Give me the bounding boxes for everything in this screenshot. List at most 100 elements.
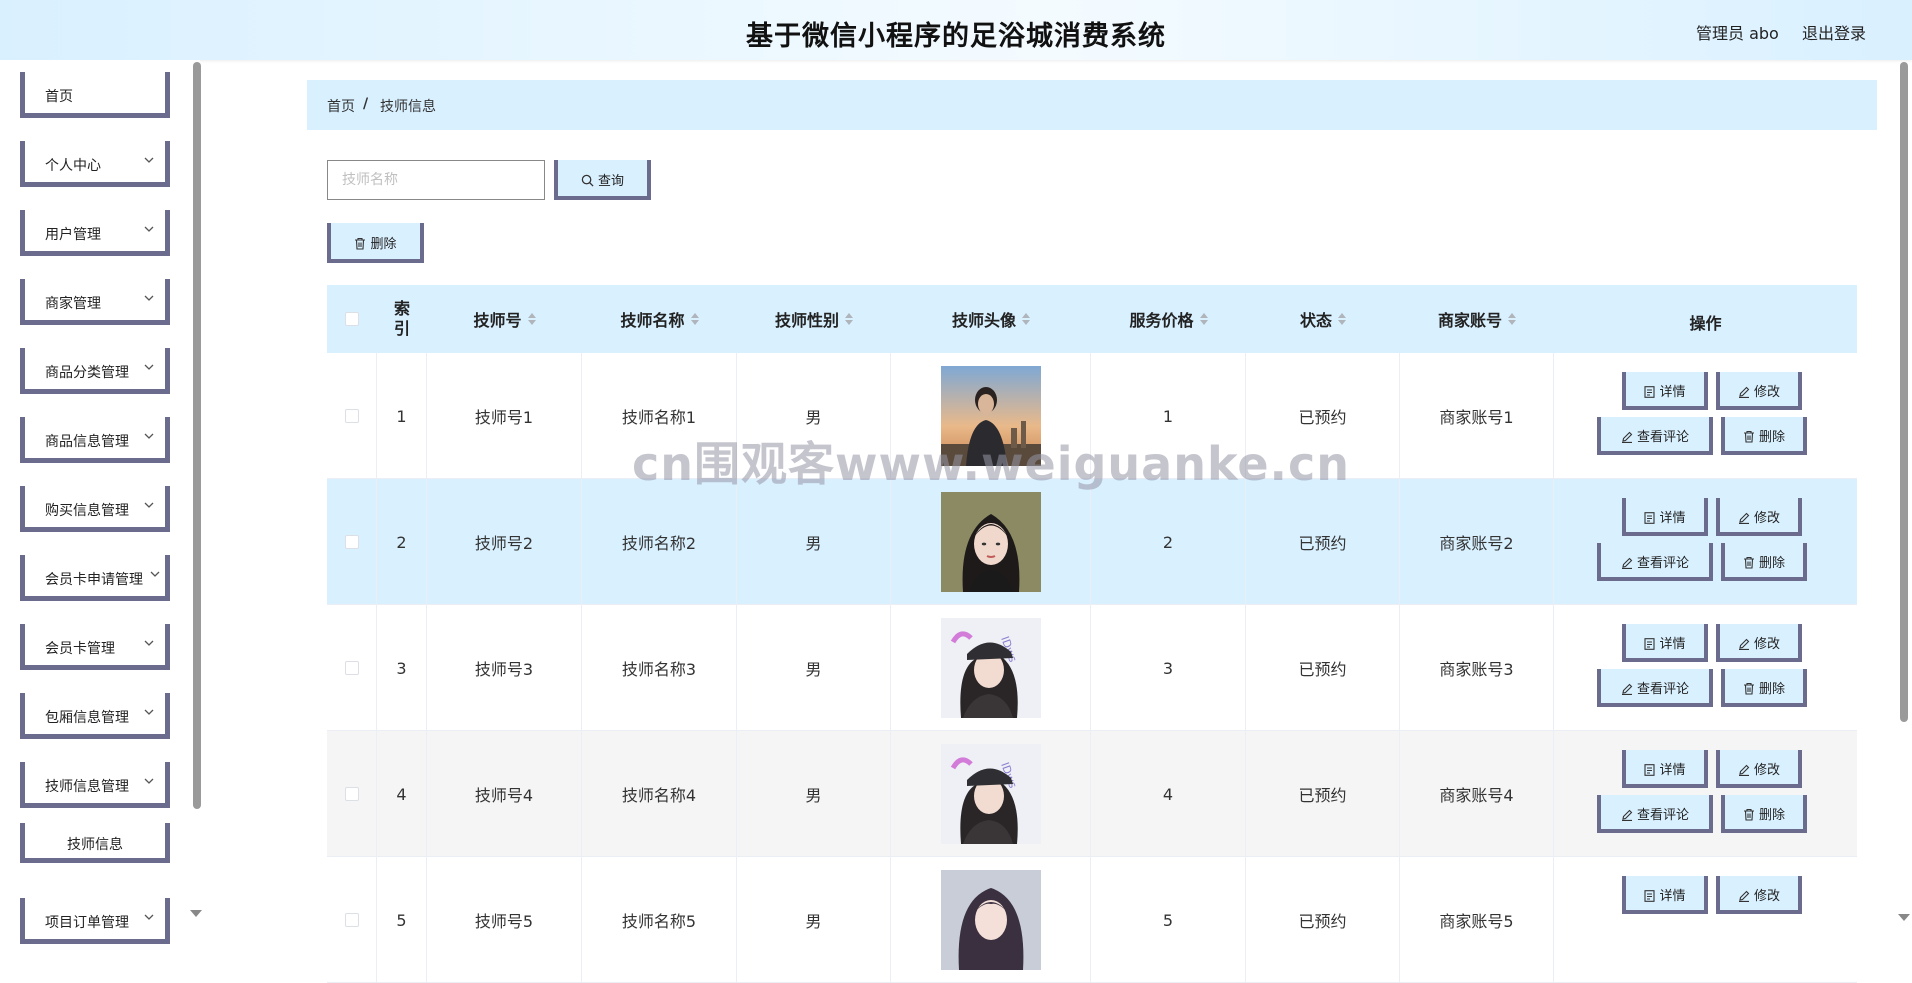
cell-gender: 男 — [737, 857, 891, 983]
header-merchant[interactable]: 商家账号 — [1400, 285, 1554, 353]
detail-button[interactable]: 详情 — [1622, 876, 1708, 914]
detail-button[interactable]: 详情 — [1622, 624, 1708, 662]
sidebar-item-user-management[interactable]: 用户管理 — [20, 210, 170, 256]
table-row[interactable]: 3 技师号3 技师名称3 男 IDws 3 已预约 商家账号3 详情 修改 查看… — [327, 605, 1857, 731]
chevron-down-icon — [144, 433, 154, 439]
cell-price: 4 — [1091, 731, 1246, 857]
sidebar-scrollbar[interactable] — [193, 62, 201, 809]
chevron-down-icon — [144, 709, 154, 715]
table-row[interactable]: 1 技师号1 技师名称1 男 1 已预约 商家账号1 详情 修改 查看评论 删除 — [327, 353, 1857, 479]
sidebar-item-card-application[interactable]: 会员卡申请管理 — [20, 555, 170, 601]
header-tech-name[interactable]: 技师名称 — [582, 285, 737, 353]
view-comments-label: 查看评论 — [1636, 682, 1689, 697]
sort-icon[interactable] — [845, 313, 853, 325]
edit-button[interactable]: 修改 — [1716, 372, 1802, 410]
row-checkbox[interactable] — [344, 661, 359, 675]
cell-actions: 详情 修改 查看评论 删除 — [1554, 353, 1857, 479]
search-button[interactable]: 查询 — [554, 160, 651, 200]
sort-icon[interactable] — [690, 313, 699, 325]
view-comments-button[interactable]: 查看评论 — [1597, 417, 1713, 455]
logout-button[interactable]: 退出登录 — [1802, 20, 1866, 44]
sort-icon[interactable] — [1338, 313, 1346, 325]
row-delete-label: 删除 — [1758, 808, 1785, 823]
edit-button[interactable]: 修改 — [1716, 876, 1802, 914]
document-icon — [1644, 764, 1656, 776]
header-status[interactable]: 状态 — [1246, 285, 1400, 353]
view-comments-label: 查看评论 — [1636, 556, 1689, 571]
header-tech-avatar[interactable]: 技师头像 — [891, 285, 1091, 353]
table-row[interactable]: 2 技师号2 技师名称2 男 2 已预约 商家账号2 详情 修改 查看评论 删除 — [327, 479, 1857, 605]
select-all-checkbox[interactable] — [345, 312, 359, 326]
table-row[interactable]: 5 技师号5 技师名称5 男 5 已预约 商家账号5 详情 修改 — [327, 857, 1857, 983]
sidebar-item-merchant-management[interactable]: 商家管理 — [20, 279, 170, 325]
sort-icon[interactable] — [527, 313, 536, 325]
detail-button[interactable]: 详情 — [1622, 498, 1708, 536]
trash-icon — [1743, 682, 1754, 695]
row-delete-button[interactable]: 删除 — [1721, 669, 1807, 707]
header-tech-no[interactable]: 技师号 — [427, 285, 582, 353]
detail-label: 详情 — [1659, 763, 1686, 778]
row-delete-button[interactable]: 删除 — [1721, 543, 1807, 581]
sidebar-item-membership-card[interactable]: 会员卡管理 — [20, 624, 170, 670]
header-index: 索 引 — [377, 285, 427, 353]
pencil-icon — [1738, 512, 1750, 524]
select-all-cell — [327, 285, 377, 353]
page-scroll-down-arrow[interactable] — [1898, 914, 1910, 921]
row-checkbox[interactable] — [344, 409, 359, 423]
sidebar-item-product-category[interactable]: 商品分类管理 — [20, 348, 170, 394]
header-actions: 操作 — [1554, 285, 1857, 353]
document-icon — [1644, 512, 1656, 524]
edit-button[interactable]: 修改 — [1716, 750, 1802, 788]
avatar-woman-cap[interactable]: IDws — [940, 744, 1041, 844]
sidebar-item-project-orders[interactable]: 项目订单管理 — [20, 898, 170, 944]
breadcrumb: 首页 / 技师信息 — [307, 80, 1877, 130]
row-checkbox[interactable] — [344, 913, 359, 927]
avatar-man-sunset[interactable] — [940, 366, 1041, 466]
sidebar-item-technician-management[interactable]: 技师信息管理 — [20, 762, 170, 808]
sidebar-item-personal-center[interactable]: 个人中心 — [20, 141, 170, 187]
sidebar-subitem-technician-info[interactable]: 技师信息 — [20, 823, 170, 863]
sidebar-item-home[interactable]: 首页 — [20, 72, 170, 118]
edit-label: 修改 — [1753, 385, 1780, 400]
trash-icon — [1743, 430, 1754, 443]
row-checkbox[interactable] — [344, 787, 359, 801]
view-comments-button[interactable]: 查看评论 — [1597, 543, 1713, 581]
pencil-icon — [1621, 683, 1633, 695]
header-tech-gender[interactable]: 技师性别 — [737, 285, 891, 353]
sort-icon[interactable] — [1022, 313, 1030, 325]
row-checkbox[interactable] — [344, 535, 359, 549]
cell-gender: 男 — [737, 731, 891, 857]
edit-button[interactable]: 修改 — [1716, 624, 1802, 662]
row-delete-button[interactable]: 删除 — [1721, 417, 1807, 455]
search-input[interactable] — [327, 160, 545, 200]
avatar-woman-long-hair[interactable] — [940, 870, 1041, 970]
sidebar-item-room-info[interactable]: 包厢信息管理 — [20, 693, 170, 739]
header-label: 技师名称 — [620, 311, 685, 330]
sidebar-item-purchase-info[interactable]: 购买信息管理 — [20, 486, 170, 532]
detail-button[interactable]: 详情 — [1622, 750, 1708, 788]
detail-button[interactable]: 详情 — [1622, 372, 1708, 410]
sidebar-scroll-down-arrow[interactable] — [190, 910, 202, 917]
edit-label: 修改 — [1753, 511, 1780, 526]
edit-button[interactable]: 修改 — [1716, 498, 1802, 536]
sidebar-item-product-info[interactable]: 商品信息管理 — [20, 417, 170, 463]
header-price[interactable]: 服务价格 — [1091, 285, 1246, 353]
avatar-woman-dark-hair[interactable] — [940, 492, 1041, 592]
bulk-delete-button[interactable]: 删除 — [327, 223, 424, 263]
avatar-woman-cap[interactable]: IDws — [940, 618, 1041, 718]
breadcrumb-home[interactable]: 首页 — [327, 96, 355, 116]
sort-icon[interactable] — [1508, 313, 1516, 325]
edit-label: 修改 — [1753, 889, 1780, 904]
page-scrollbar[interactable] — [1900, 62, 1908, 722]
table-row[interactable]: 4 技师号4 技师名称4 男 IDws 4 已预约 商家账号4 详情 修改 查看… — [327, 731, 1857, 857]
view-comments-button[interactable]: 查看评论 — [1597, 669, 1713, 707]
cell-status: 已预约 — [1246, 479, 1400, 605]
sidebar-item-label: 会员卡管理 — [45, 641, 115, 657]
sort-icon[interactable] — [1199, 313, 1208, 325]
sidebar-item-label: 购买信息管理 — [45, 503, 129, 519]
cell-price: 5 — [1091, 857, 1246, 983]
cell-merchant: 商家账号2 — [1400, 479, 1554, 605]
row-delete-button[interactable]: 删除 — [1721, 795, 1807, 833]
view-comments-button[interactable]: 查看评论 — [1597, 795, 1713, 833]
detail-label: 详情 — [1659, 511, 1686, 526]
